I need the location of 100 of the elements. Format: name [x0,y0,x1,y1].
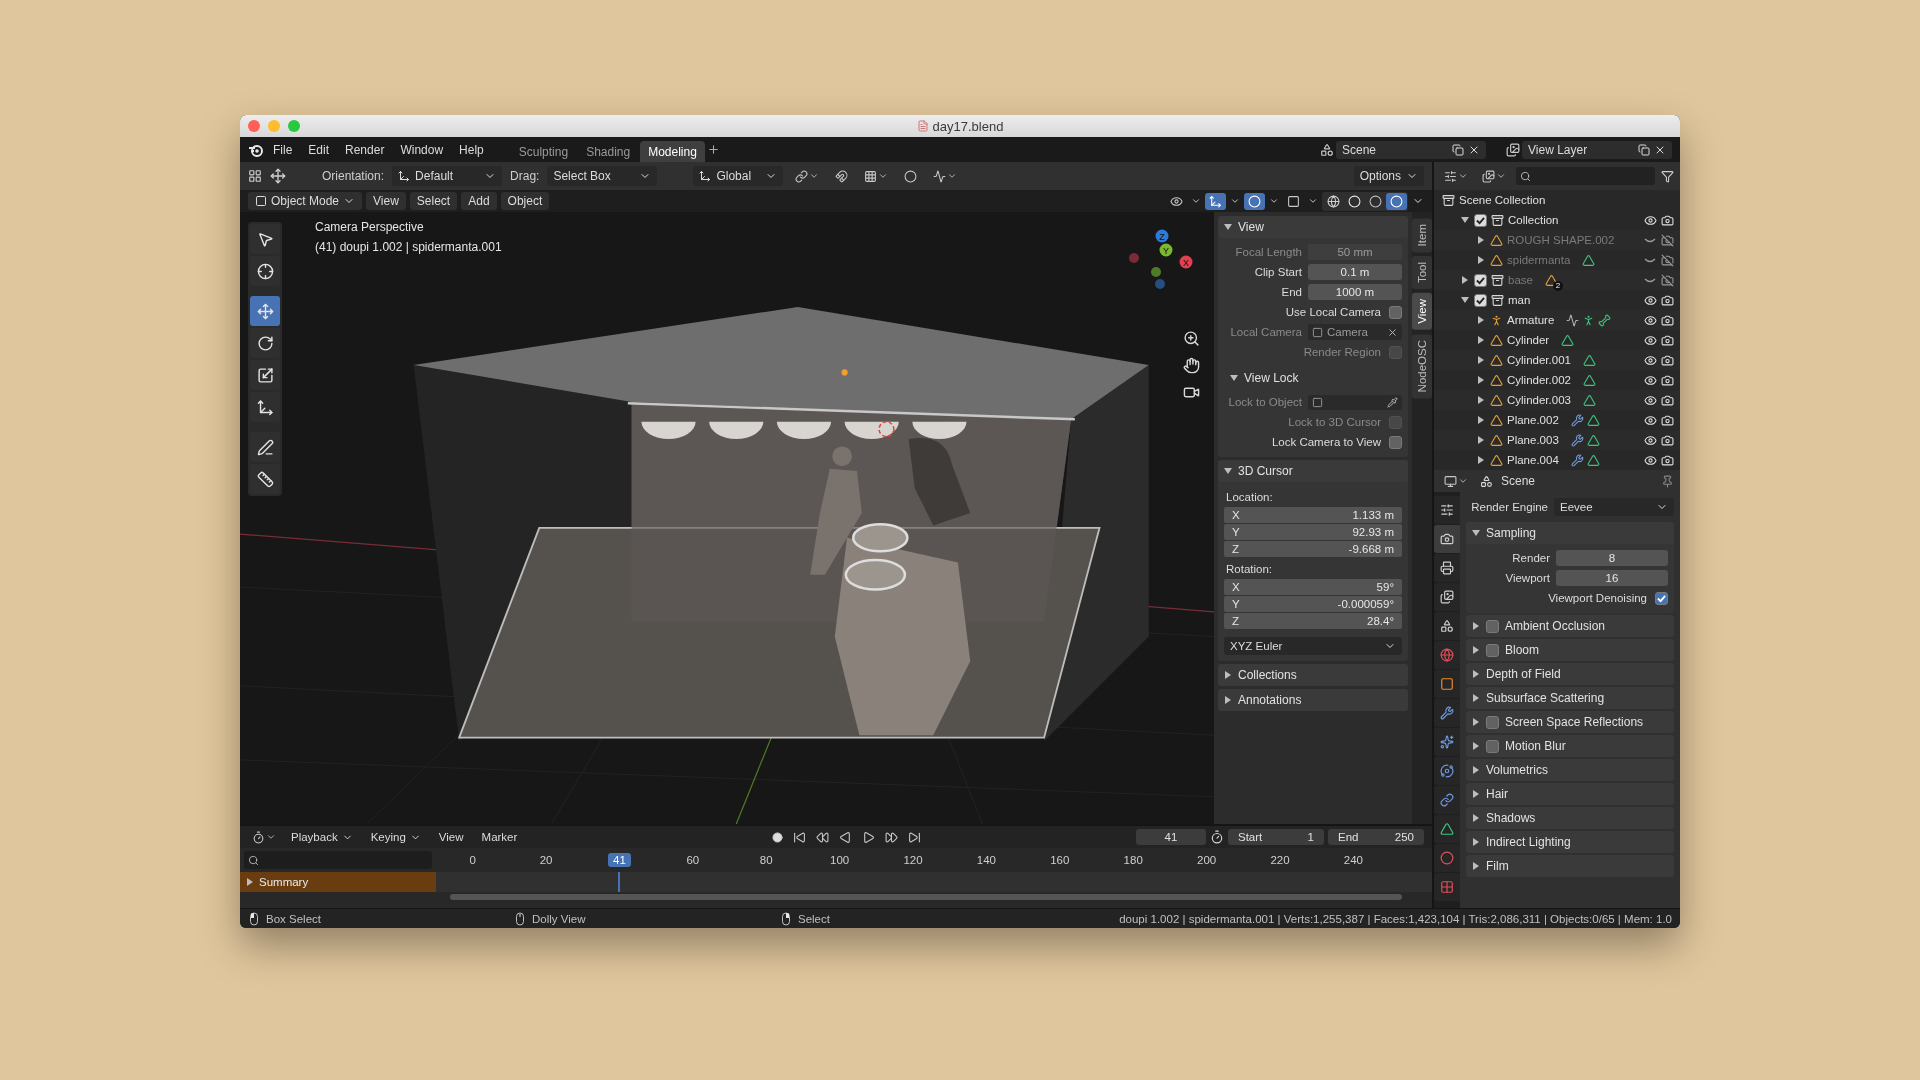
panel-title[interactable] [1224,671,1232,679]
sidebar-tab[interactable]: Tool [1412,256,1432,290]
orientation-dropdown[interactable]: Default [392,166,503,186]
panel-title[interactable]: Film [1486,859,1509,873]
panel-title[interactable] [1472,862,1480,870]
menu-item[interactable]: Help [452,139,491,160]
sidebar-tab[interactable]: View [1412,293,1432,331]
menu-item[interactable]: Render [338,139,392,160]
start-frame-field[interactable]: Start 1 [1228,829,1324,845]
checkbox[interactable] [1655,591,1668,605]
mesh-data-tab[interactable] [1434,815,1460,843]
end-frame-field[interactable]: End 250 [1328,829,1424,845]
camera-icon[interactable] [1661,393,1674,407]
cursor-tool[interactable] [250,256,280,286]
transform-orientation-dropdown[interactable]: Global [693,166,784,186]
camera-icon[interactable] [1661,353,1674,367]
panel-title[interactable]: Hair [1486,787,1508,801]
rendered-shading-button[interactable] [1386,192,1407,210]
camera-icon[interactable] [1661,313,1674,327]
measure-tool[interactable] [250,464,280,494]
checkbox[interactable] [1486,619,1499,633]
caret-icon[interactable] [1191,196,1201,206]
options-dropdown[interactable]: Options [1353,166,1424,186]
scene-tab[interactable] [1434,612,1460,640]
vector-field[interactable]: X 1.133 m [1224,507,1402,523]
expand-arrow-icon[interactable] [1477,256,1485,264]
expand-arrow-icon[interactable] [1477,316,1485,324]
object-tab[interactable] [1434,670,1460,698]
checkbox[interactable] [1486,739,1499,753]
navigation-gizmo[interactable]: Z Y X [1114,226,1204,298]
checkbox[interactable] [1389,435,1402,449]
panel-title[interactable]: Volumetrics [1486,763,1549,777]
outliner-item[interactable]: Collection [1508,214,1559,226]
panel-title[interactable]: Sampling [1486,526,1537,540]
panel-title[interactable] [1224,223,1232,231]
collapse-arrow-icon[interactable] [1461,296,1469,304]
clock-icon[interactable] [1210,830,1224,844]
pin-icon[interactable] [1661,474,1674,488]
filter-icon[interactable] [1661,169,1674,183]
outliner-item[interactable]: Scene Collection [1459,194,1546,206]
render-engine-dropdown[interactable]: Eevee [1554,498,1674,516]
scrollbar[interactable] [450,894,1402,900]
outliner-item[interactable]: Cylinder.001 [1507,354,1571,366]
scale-tool[interactable] [250,360,280,390]
panel-title[interactable] [1472,718,1480,726]
move-tool[interactable] [250,296,280,326]
expand-arrow-icon[interactable] [1477,436,1485,444]
vector-field[interactable]: Z -9.668 m [1224,541,1402,557]
panel-title[interactable] [1472,790,1480,798]
workspace-tab[interactable]: Shading [578,140,639,163]
vector-field[interactable]: X 59° [1224,579,1402,595]
view-layer-tab[interactable] [1434,583,1460,611]
camera-icon[interactable] [1661,333,1674,347]
menu-item[interactable]: File [266,139,300,160]
render-tab[interactable] [1434,525,1460,553]
workspace-tab[interactable]: Modeling [640,140,705,163]
menu-button[interactable]: Marker [474,829,525,845]
caret-icon[interactable] [1230,196,1240,206]
menu-item[interactable]: Window [393,139,451,160]
menu-button[interactable]: Object [500,192,550,210]
expand-arrow-icon[interactable] [1477,356,1485,364]
panel-title[interactable] [1472,646,1480,654]
outliner-item[interactable]: Plane.003 [1507,434,1559,446]
editor-type-icon[interactable] [248,169,262,183]
panel-title[interactable] [1472,742,1480,750]
expand-arrow-icon[interactable] [1477,376,1485,384]
transform-tool[interactable] [250,392,280,422]
caret-icon[interactable] [1269,196,1279,206]
outliner-item[interactable]: Cylinder.002 [1507,374,1571,386]
panel-title[interactable] [1472,766,1480,774]
expand-arrow-icon[interactable] [1477,416,1485,424]
eye-icon[interactable] [1644,453,1657,467]
camera-off-icon[interactable] [1661,233,1674,247]
checkbox[interactable] [1389,305,1402,319]
playhead[interactable]: 41 [608,853,631,867]
vector-field[interactable]: Y -0.000059° [1224,596,1402,612]
search-field[interactable] [1516,167,1655,185]
panel-title[interactable]: Collections [1238,668,1297,682]
image-stack-icon[interactable] [1506,142,1520,157]
panel-title[interactable] [1224,467,1232,475]
eye-icon[interactable] [1644,433,1657,447]
menu-item[interactable]: Edit [301,139,337,160]
eye-icon[interactable] [1644,333,1657,347]
add-icon[interactable] [706,143,720,156]
output-tab[interactable] [1434,554,1460,582]
copy-icon[interactable] [1638,143,1650,156]
overlay-toggle[interactable] [1244,192,1265,210]
checkbox[interactable] [1474,293,1487,307]
vector-field[interactable]: Y 92.93 m [1224,524,1402,540]
move-icon[interactable] [270,168,286,184]
outliner-item[interactable]: Plane.004 [1507,454,1559,466]
eye-icon[interactable] [1644,313,1657,327]
menu-button[interactable]: View [366,192,406,210]
menu-button[interactable]: Playback [284,829,360,845]
panel-title[interactable]: View [1238,220,1264,234]
camera-off-icon[interactable] [1661,273,1674,287]
outliner-item[interactable]: man [1508,294,1531,306]
annotate-tool[interactable] [250,432,280,462]
outliner-item[interactable]: Cylinder.003 [1507,394,1571,406]
modifiers-tab[interactable] [1434,699,1460,727]
